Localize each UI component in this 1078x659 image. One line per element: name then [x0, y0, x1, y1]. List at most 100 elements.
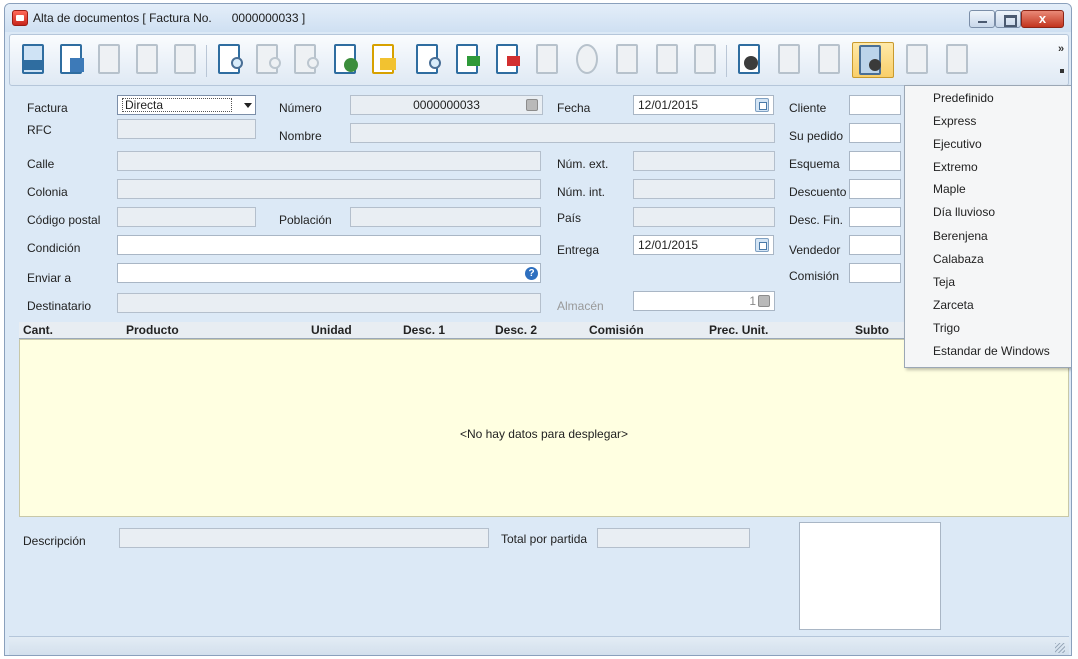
tag-icon[interactable]: [688, 42, 722, 78]
rfc-label: RFC: [27, 123, 52, 137]
menu-item-zarceta[interactable]: Zarceta: [933, 298, 974, 312]
help-icon[interactable]: ?: [525, 267, 538, 280]
column-header-desc1[interactable]: Desc. 1: [403, 323, 445, 337]
codigo-postal-field[interactable]: [117, 207, 256, 227]
calendar-icon[interactable]: [755, 238, 769, 252]
descuento-field[interactable]: [849, 179, 901, 199]
desc-fin-field[interactable]: [849, 207, 901, 227]
column-header-comision[interactable]: Comisión: [589, 323, 644, 337]
menu-item-express[interactable]: Express: [933, 114, 976, 128]
almacen-field[interactable]: 1: [633, 291, 775, 311]
fecha-label: Fecha: [557, 101, 591, 115]
total-partida-field[interactable]: [597, 528, 750, 548]
title-bar[interactable]: Alta de documentos [ Factura No. 0000000…: [5, 4, 1071, 32]
menu-item-ejecutivo[interactable]: Ejecutivo: [933, 137, 982, 151]
grid-icon[interactable]: [772, 42, 806, 78]
export-excel-icon[interactable]: [450, 42, 484, 78]
menu-item-maple[interactable]: Maple: [933, 182, 966, 196]
toolbar-dropdown-icon[interactable]: [1060, 69, 1064, 73]
toolbar-overflow-icon[interactable]: »: [1058, 43, 1064, 55]
rfc-field[interactable]: [117, 119, 256, 139]
empty-grid-message: <No hay datos para desplegar>: [459, 427, 629, 441]
calle-field[interactable]: [117, 151, 541, 171]
terminal-icon[interactable]: [610, 42, 644, 78]
su-pedido-label: Su pedido: [789, 129, 844, 143]
search-document-icon[interactable]: [212, 42, 246, 78]
menu-item-extremo[interactable]: Extremo: [933, 160, 978, 174]
poblacion-field[interactable]: [350, 207, 541, 227]
search-client-icon[interactable]: [250, 42, 284, 78]
entrega-field[interactable]: 12/01/2015: [633, 235, 774, 255]
save-icon[interactable]: [16, 42, 50, 78]
colonia-label: Colonia: [27, 185, 68, 199]
web-icon[interactable]: [570, 42, 604, 78]
table-icon[interactable]: [650, 42, 684, 78]
print-icon[interactable]: [900, 42, 934, 78]
chevron-down-icon[interactable]: [244, 103, 252, 108]
menu-item-teja[interactable]: Teja: [933, 275, 955, 289]
su-pedido-field[interactable]: [849, 123, 901, 143]
fecha-field[interactable]: 12/01/2015: [633, 95, 774, 115]
menu-item-berenjena[interactable]: Berenjena: [933, 229, 988, 243]
menu-item-trigo[interactable]: Trigo: [933, 321, 960, 335]
app-icon[interactable]: [12, 10, 28, 26]
mail-document-icon[interactable]: [366, 42, 400, 78]
numero-field[interactable]: 0000000033: [350, 95, 543, 115]
close-button[interactable]: x: [1021, 10, 1064, 28]
maximize-button[interactable]: [995, 10, 1021, 28]
cliente-label: Cliente: [789, 101, 827, 115]
minimize-button[interactable]: [969, 10, 995, 28]
calendar-icon[interactable]: [755, 98, 769, 112]
factura-combo[interactable]: Directa: [117, 95, 256, 115]
enviar-a-field[interactable]: [117, 263, 541, 283]
lock-icon: [758, 295, 770, 307]
column-header-desc2[interactable]: Desc. 2: [495, 323, 537, 337]
attach-icon[interactable]: [530, 42, 564, 78]
esquema-field[interactable]: [849, 151, 901, 171]
column-header-prec-unit[interactable]: Prec. Unit.: [709, 323, 768, 337]
num-ext-field[interactable]: [633, 151, 775, 171]
menu-item-dia-lluvioso[interactable]: Día lluvioso: [933, 205, 995, 219]
descuento-label: Descuento: [789, 185, 847, 199]
search-product-icon[interactable]: [288, 42, 322, 78]
vendedor-label: Vendedor: [789, 243, 841, 257]
num-int-field[interactable]: [633, 179, 775, 199]
cliente-field[interactable]: [849, 95, 901, 115]
toolbar-separator: [726, 45, 727, 77]
colonia-field[interactable]: [117, 179, 541, 199]
resize-grip[interactable]: [1055, 643, 1065, 653]
num-int-label: Núm. int.: [557, 185, 606, 199]
edit-document-icon[interactable]: [130, 42, 164, 78]
document-list-icon[interactable]: [168, 42, 202, 78]
main-window: Alta de documentos [ Factura No. 0000000…: [4, 3, 1072, 656]
toolbar: »: [9, 34, 1069, 86]
esquema-label: Esquema: [789, 157, 840, 171]
attachment-document-icon[interactable]: [940, 42, 974, 78]
sum-document-icon[interactable]: [54, 42, 88, 78]
vendedor-field[interactable]: [849, 235, 901, 255]
descripcion-field[interactable]: [119, 528, 489, 548]
column-header-unidad[interactable]: Unidad: [311, 323, 352, 337]
clip-icon[interactable]: [812, 42, 846, 78]
close-icon: x: [1038, 11, 1047, 26]
column-header-subtotal[interactable]: Subto: [855, 323, 889, 337]
settings-window-icon[interactable]: [732, 42, 766, 78]
theme-selector-icon[interactable]: [852, 42, 894, 78]
menu-item-predefinido[interactable]: Predefinido: [933, 91, 994, 105]
destinatario-field[interactable]: [117, 293, 541, 313]
export-pdf-icon[interactable]: [490, 42, 524, 78]
column-header-cant[interactable]: Cant.: [23, 323, 53, 337]
factura-label: Factura: [27, 101, 68, 115]
total-partida-label: Total por partida: [501, 532, 588, 546]
menu-item-estandar-windows[interactable]: Estandar de Windows: [933, 344, 1050, 358]
menu-item-calabaza[interactable]: Calabaza: [933, 252, 984, 266]
condicion-field[interactable]: [117, 235, 541, 255]
preview-icon[interactable]: [410, 42, 444, 78]
comision-field[interactable]: [849, 263, 901, 283]
copy-document-icon[interactable]: [92, 42, 126, 78]
column-header-producto[interactable]: Producto: [126, 323, 179, 337]
entrega-label: Entrega: [557, 243, 600, 257]
document-help-icon[interactable]: [328, 42, 362, 78]
pais-field[interactable]: [633, 207, 775, 227]
nombre-field[interactable]: [350, 123, 775, 143]
